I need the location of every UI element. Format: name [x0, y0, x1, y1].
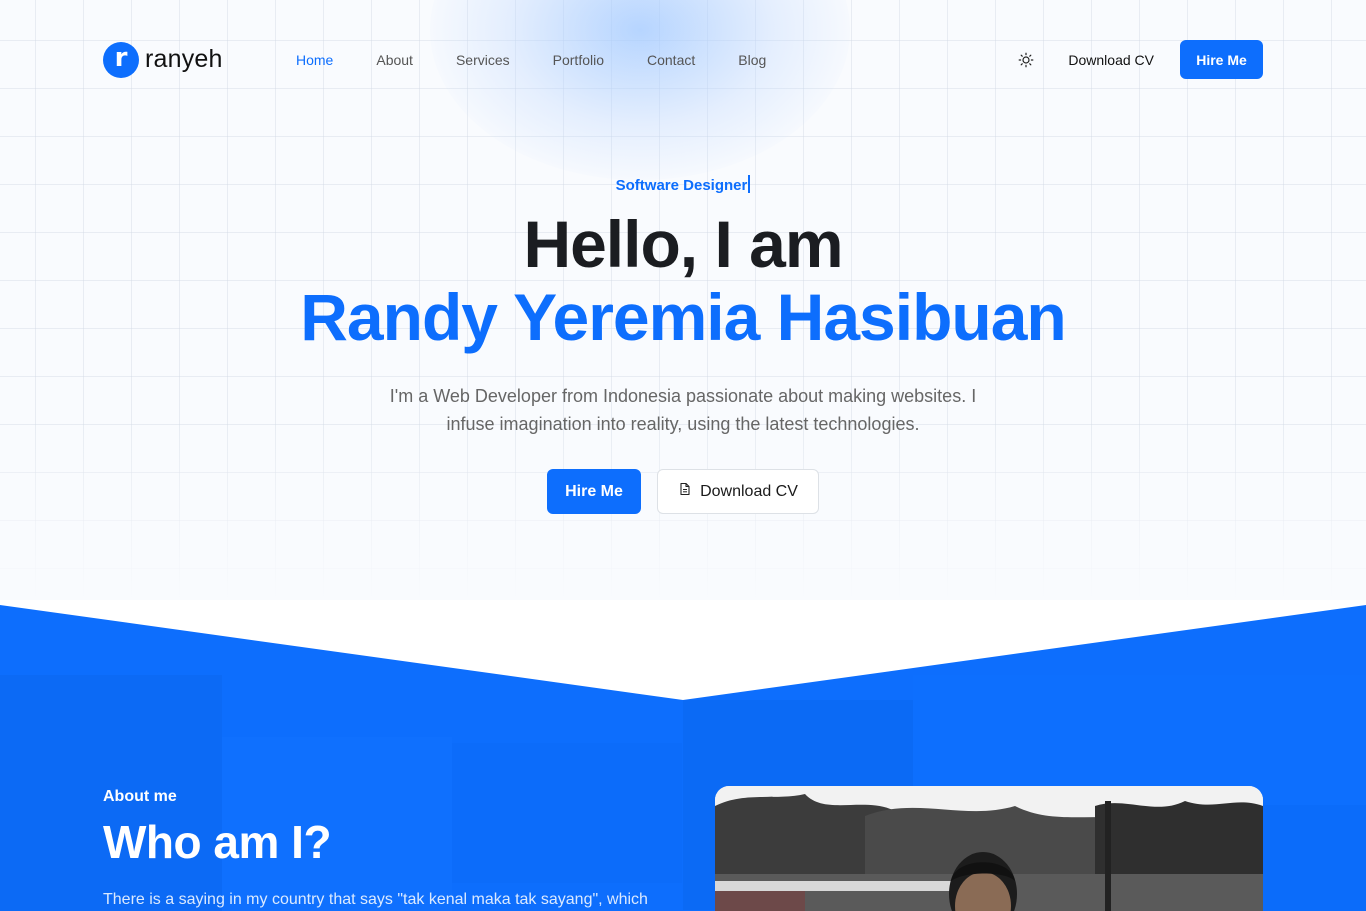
nav-item-contact[interactable]: Contact [647, 52, 695, 68]
document-icon [678, 482, 692, 501]
about-title: Who am I? [103, 816, 332, 868]
hero-download-cv-label: Download CV [700, 482, 798, 500]
typing-caret [748, 175, 751, 193]
hero-greeting: Hello, I am [523, 207, 843, 281]
about-text: There is a saying in my country that say… [103, 891, 648, 908]
hero-download-cv-button[interactable]: Download CV [657, 469, 819, 514]
about-label: About me [103, 788, 177, 805]
hero-role: Software Designer [0, 175, 1366, 194]
nav-item-blog[interactable]: Blog [738, 52, 766, 68]
logo-mark: r [103, 41, 139, 78]
nav-item-about[interactable]: About [376, 52, 413, 68]
hero-role-text: Software Designer [615, 177, 748, 194]
nav-item-home[interactable]: Home [296, 52, 333, 68]
nav-item-portfolio[interactable]: Portfolio [553, 52, 604, 68]
logo[interactable]: r ranyeh [103, 41, 273, 78]
portrait-photo [715, 786, 1263, 911]
header-download-cv-link[interactable]: Download CV [1068, 52, 1154, 68]
logo-text: ranyeh [145, 45, 223, 73]
hero-buttons: Hire Me Download CV [547, 469, 819, 514]
hero-description: I'm a Web Developer from Indonesia passi… [389, 386, 977, 434]
nav-item-services[interactable]: Services [456, 52, 510, 68]
header-hire-me-button[interactable]: Hire Me [1180, 40, 1263, 79]
hero-hire-me-button[interactable]: Hire Me [547, 469, 641, 514]
hero-name: Randy Yeremia Hasibuan [300, 280, 1066, 354]
header-actions: Download CV Hire Me [1018, 40, 1263, 79]
main-nav: Home About Services Portfolio Contact Bl… [296, 52, 809, 68]
site-header: r ranyeh Home About Services Portfolio C… [103, 40, 1263, 79]
sun-icon[interactable] [1018, 52, 1034, 68]
